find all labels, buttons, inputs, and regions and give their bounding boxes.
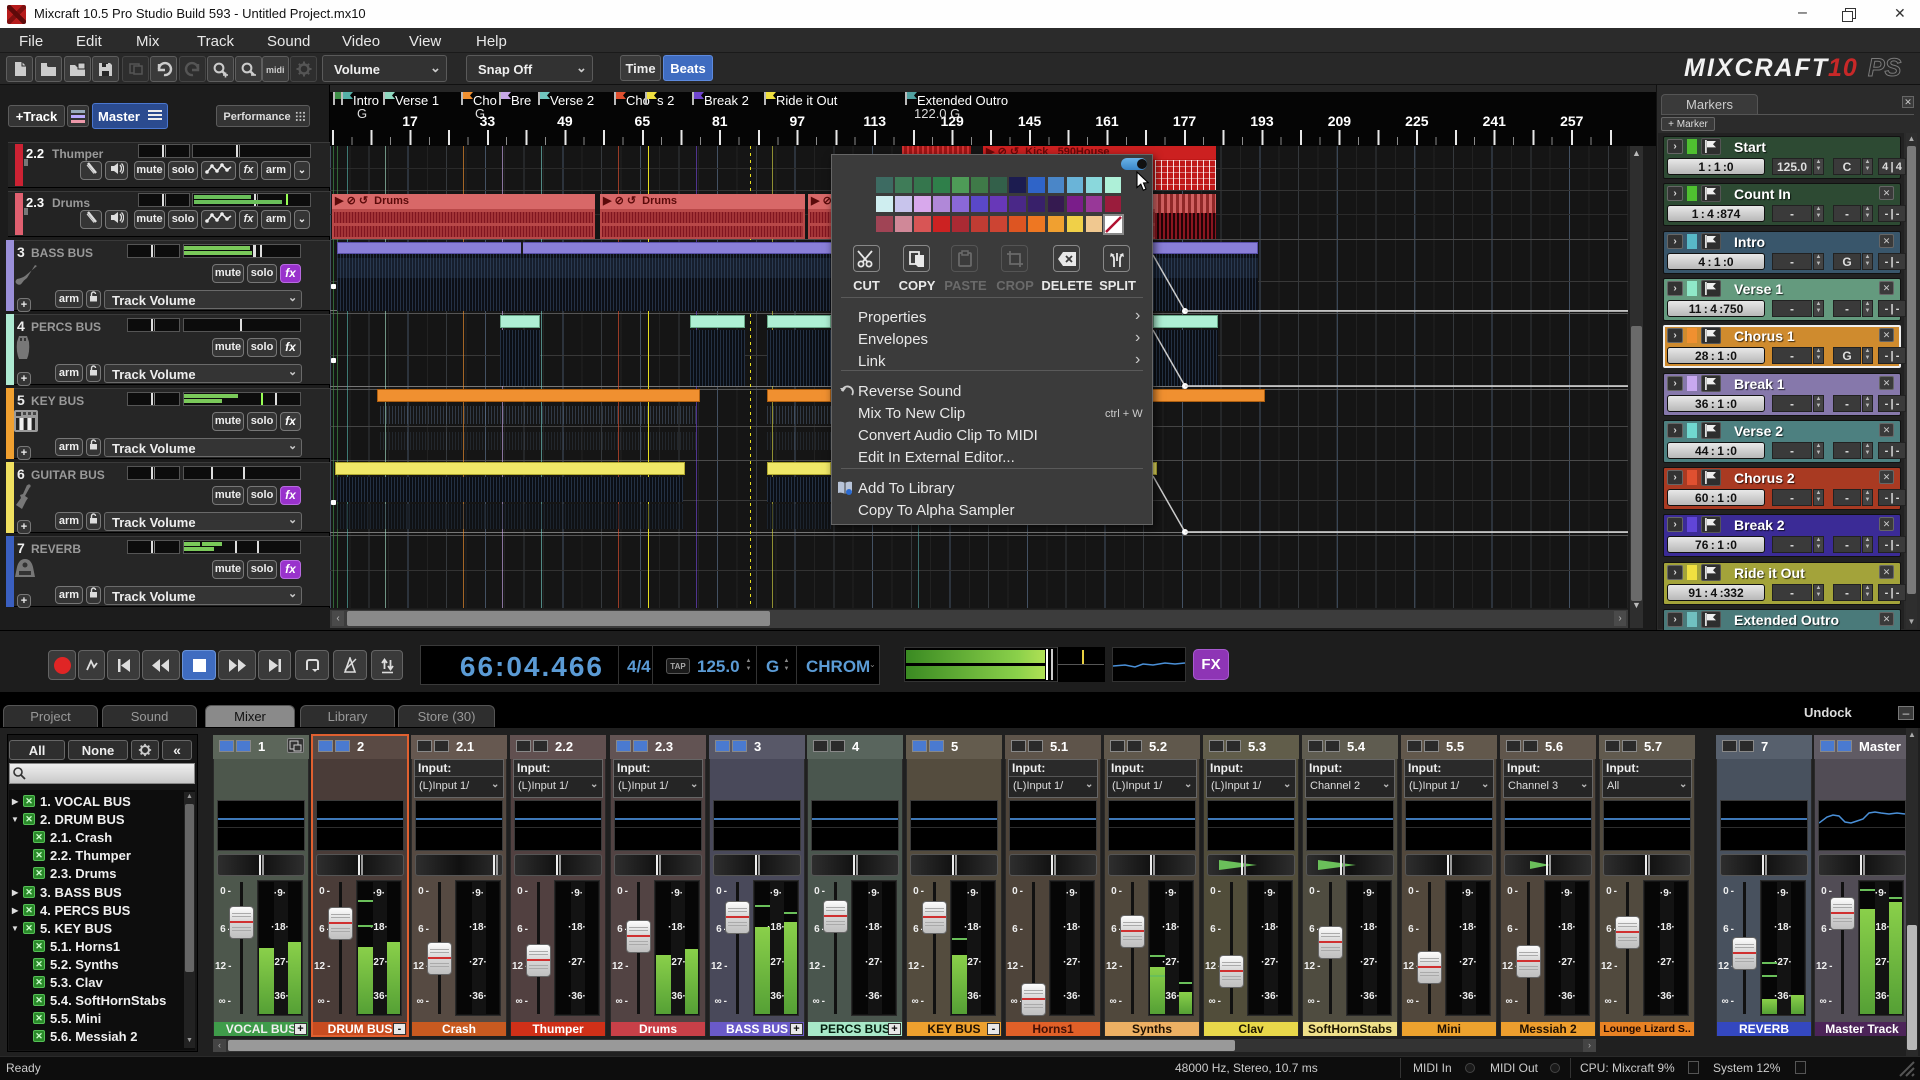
svg-text:midi: midi [266,65,285,74]
svg-text:10: 10 [1828,54,1858,82]
svg-text:MIXCRAFT: MIXCRAFT [1684,54,1830,82]
svg-text:PS: PS [1868,54,1902,82]
